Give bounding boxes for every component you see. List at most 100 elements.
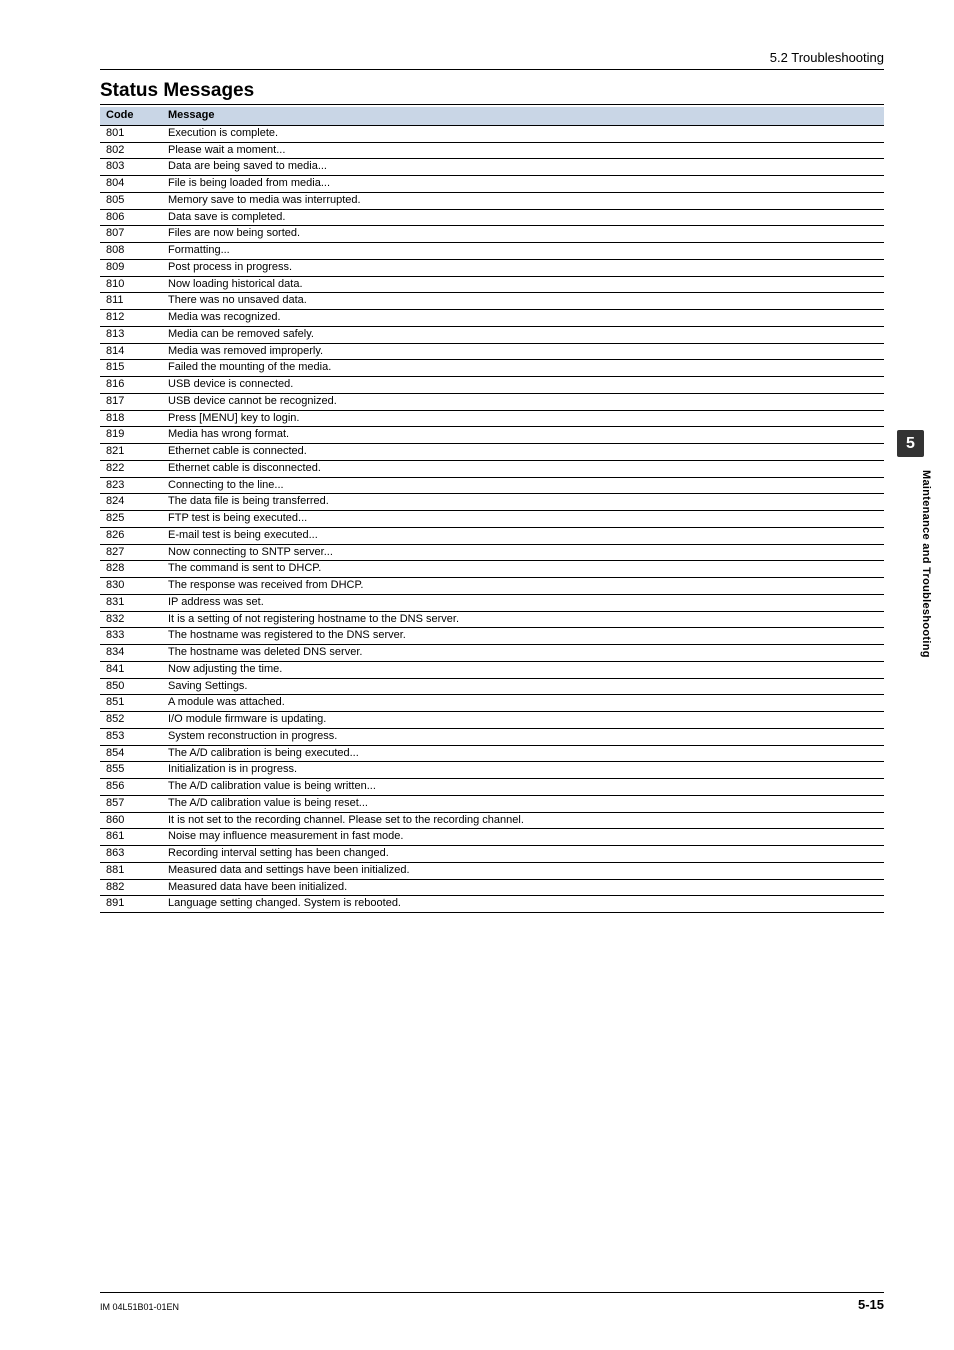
table-row: 801Execution is complete. — [100, 125, 884, 142]
cell-message: Please wait a moment... — [162, 142, 884, 159]
cell-code: 823 — [100, 477, 162, 494]
cell-code: 809 — [100, 259, 162, 276]
table-row: 805Memory save to media was interrupted. — [100, 192, 884, 209]
cell-code: 857 — [100, 795, 162, 812]
cell-message: Media can be removed safely. — [162, 326, 884, 343]
cell-message: The data file is being transferred. — [162, 494, 884, 511]
table-row: 891Language setting changed. System is r… — [100, 896, 884, 913]
table-row: 807Files are now being sorted. — [100, 226, 884, 243]
table-row: 852I/O module firmware is updating. — [100, 712, 884, 729]
cell-message: Ethernet cable is connected. — [162, 444, 884, 461]
table-row: 826E-mail test is being executed... — [100, 527, 884, 544]
cell-message: USB device cannot be recognized. — [162, 393, 884, 410]
chapter-label: Maintenance and Troubleshooting — [920, 470, 932, 658]
table-row: 808Formatting... — [100, 243, 884, 260]
footer-doc-id: IM 04L51B01-01EN — [100, 1302, 179, 1312]
cell-code: 826 — [100, 527, 162, 544]
cell-code: 813 — [100, 326, 162, 343]
cell-code: 834 — [100, 645, 162, 662]
cell-message: The hostname was deleted DNS server. — [162, 645, 884, 662]
cell-message: FTP test is being executed... — [162, 511, 884, 528]
cell-code: 801 — [100, 125, 162, 142]
cell-message: The hostname was registered to the DNS s… — [162, 628, 884, 645]
breadcrumb: 5.2 Troubleshooting — [100, 50, 884, 70]
cell-message: Initialization is in progress. — [162, 762, 884, 779]
status-messages-table: Code Message 801Execution is complete.80… — [100, 107, 884, 913]
cell-code: 815 — [100, 360, 162, 377]
cell-message: There was no unsaved data. — [162, 293, 884, 310]
table-row: 814Media was removed improperly. — [100, 343, 884, 360]
cell-message: Saving Settings. — [162, 678, 884, 695]
cell-message: Now adjusting the time. — [162, 661, 884, 678]
section-title: Status Messages — [100, 80, 884, 105]
table-row: 824The data file is being transferred. — [100, 494, 884, 511]
cell-code: 803 — [100, 159, 162, 176]
cell-code: 853 — [100, 728, 162, 745]
cell-code: 819 — [100, 427, 162, 444]
cell-message: Noise may influence measurement in fast … — [162, 829, 884, 846]
table-row: 841Now adjusting the time. — [100, 661, 884, 678]
cell-message: Press [MENU] key to login. — [162, 410, 884, 427]
cell-message: IP address was set. — [162, 594, 884, 611]
table-row: 825FTP test is being executed... — [100, 511, 884, 528]
table-row: 812Media was recognized. — [100, 310, 884, 327]
table-row: 819Media has wrong format. — [100, 427, 884, 444]
cell-code: 855 — [100, 762, 162, 779]
table-row: 853System reconstruction in progress. — [100, 728, 884, 745]
cell-code: 802 — [100, 142, 162, 159]
cell-code: 831 — [100, 594, 162, 611]
table-row: 861Noise may influence measurement in fa… — [100, 829, 884, 846]
cell-message: Now loading historical data. — [162, 276, 884, 293]
cell-message: Data are being saved to media... — [162, 159, 884, 176]
table-row: 855Initialization is in progress. — [100, 762, 884, 779]
table-row: 830The response was received from DHCP. — [100, 578, 884, 595]
chapter-number-tab: 5 — [897, 430, 924, 457]
cell-message: Ethernet cable is disconnected. — [162, 460, 884, 477]
table-row: 882Measured data have been initialized. — [100, 879, 884, 896]
cell-code: 856 — [100, 779, 162, 796]
cell-code: 806 — [100, 209, 162, 226]
table-row: 827Now connecting to SNTP server... — [100, 544, 884, 561]
cell-message: USB device is connected. — [162, 377, 884, 394]
cell-code: 891 — [100, 896, 162, 913]
table-row: 806Data save is completed. — [100, 209, 884, 226]
cell-code: 850 — [100, 678, 162, 695]
table-row: 828The command is sent to DHCP. — [100, 561, 884, 578]
table-header-code: Code — [100, 107, 162, 125]
cell-code: 818 — [100, 410, 162, 427]
table-row: 816USB device is connected. — [100, 377, 884, 394]
cell-code: 833 — [100, 628, 162, 645]
table-row: 815Failed the mounting of the media. — [100, 360, 884, 377]
cell-code: 817 — [100, 393, 162, 410]
table-row: 832It is a setting of not registering ho… — [100, 611, 884, 628]
cell-code: 811 — [100, 293, 162, 310]
cell-code: 863 — [100, 846, 162, 863]
cell-message: Memory save to media was interrupted. — [162, 192, 884, 209]
cell-code: 828 — [100, 561, 162, 578]
cell-message: The response was received from DHCP. — [162, 578, 884, 595]
table-row: 834The hostname was deleted DNS server. — [100, 645, 884, 662]
cell-message: Data save is completed. — [162, 209, 884, 226]
cell-code: 881 — [100, 862, 162, 879]
cell-code: 816 — [100, 377, 162, 394]
cell-code: 854 — [100, 745, 162, 762]
cell-message: Recording interval setting has been chan… — [162, 846, 884, 863]
cell-message: Files are now being sorted. — [162, 226, 884, 243]
cell-message: Execution is complete. — [162, 125, 884, 142]
table-row: 823Connecting to the line... — [100, 477, 884, 494]
table-row: 857The A/D calibration value is being re… — [100, 795, 884, 812]
table-row: 813Media can be removed safely. — [100, 326, 884, 343]
cell-message: I/O module firmware is updating. — [162, 712, 884, 729]
cell-message: It is a setting of not registering hostn… — [162, 611, 884, 628]
table-row: 818Press [MENU] key to login. — [100, 410, 884, 427]
table-row: 833The hostname was registered to the DN… — [100, 628, 884, 645]
cell-message: Measured data and settings have been ini… — [162, 862, 884, 879]
table-row: 802Please wait a moment... — [100, 142, 884, 159]
cell-code: 810 — [100, 276, 162, 293]
cell-code: 860 — [100, 812, 162, 829]
table-row: 850Saving Settings. — [100, 678, 884, 695]
table-row: 881Measured data and settings have been … — [100, 862, 884, 879]
cell-message: Post process in progress. — [162, 259, 884, 276]
cell-message: System reconstruction in progress. — [162, 728, 884, 745]
cell-code: 814 — [100, 343, 162, 360]
